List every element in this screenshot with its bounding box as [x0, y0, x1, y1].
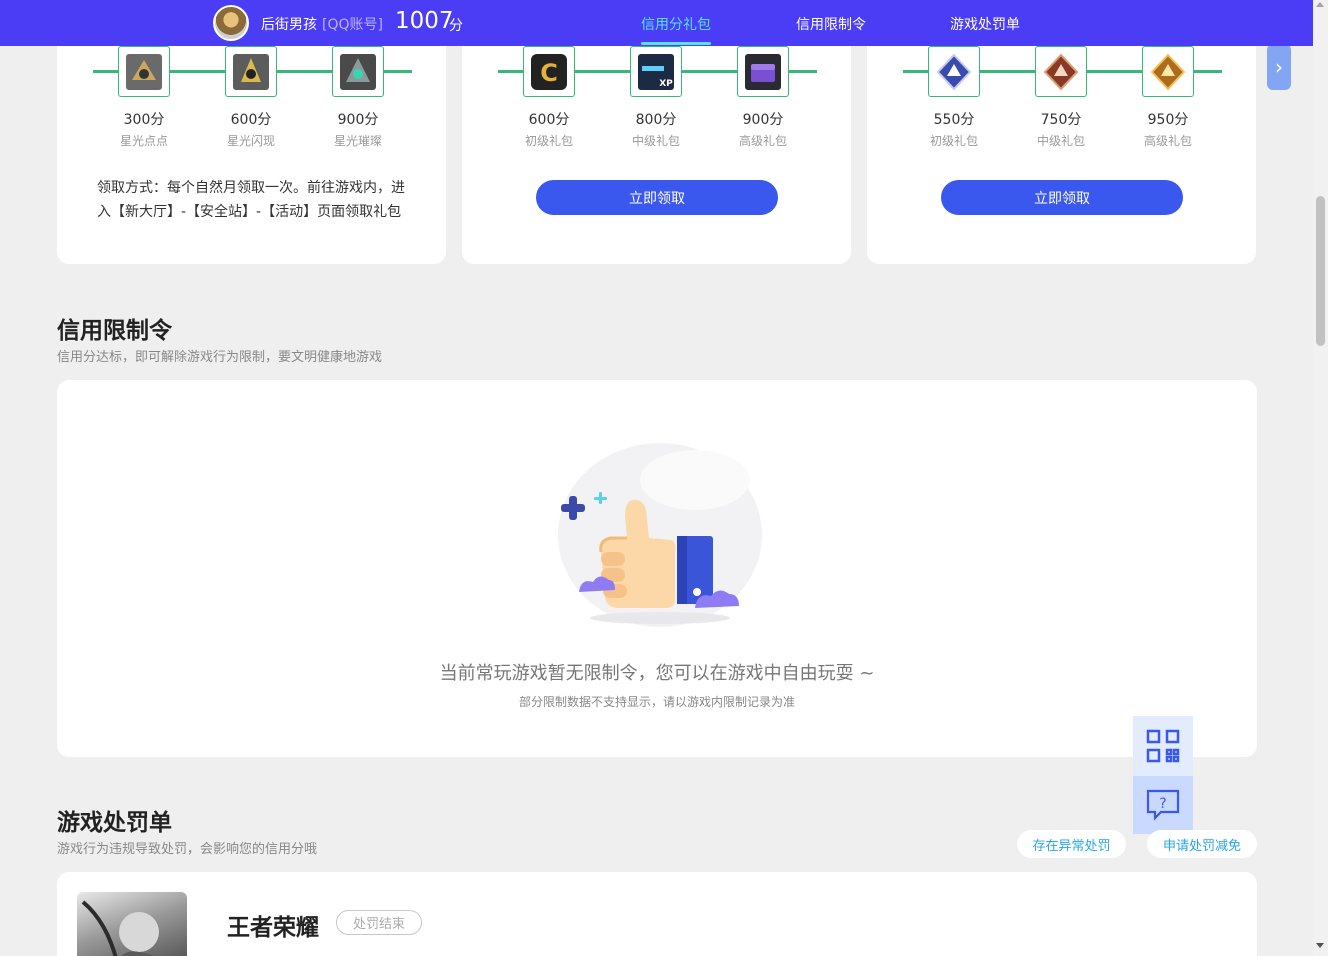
gift-item[interactable]	[737, 46, 789, 97]
thumbs-up-illustration	[558, 443, 762, 627]
vertical-scrollbar[interactable]	[1313, 0, 1328, 956]
section-subtitle-restriction: 信用分达标，即可解除游戏行为限制，要文明健康地游戏	[57, 350, 383, 365]
scroll-up-icon[interactable]	[1316, 2, 1324, 7]
avatar[interactable]	[213, 5, 249, 41]
claim-now-button[interactable]: 立即领取	[941, 180, 1183, 215]
credit-score: 1007	[395, 8, 454, 34]
credit-score-unit: 分	[449, 18, 463, 34]
tab-restriction-orders[interactable]: 信用限制令	[796, 14, 866, 34]
gold-rank-emblem-icon	[1142, 46, 1194, 97]
claim-now-button[interactable]: 立即领取	[536, 180, 778, 215]
gift-points: 750分	[1040, 112, 1082, 128]
gift-name: 中级礼包	[631, 134, 680, 148]
gift-item[interactable]: XP	[630, 46, 682, 97]
gift-points: 300分	[123, 112, 165, 128]
abnormal-penalty-button[interactable]: 存在异常处罚	[1017, 830, 1126, 858]
gift-name: 初级礼包	[524, 134, 573, 148]
svg-text:XP: XP	[659, 79, 673, 89]
chevron-right-icon[interactable]: ›	[1267, 44, 1291, 90]
scroll-down-icon[interactable]	[1316, 943, 1324, 948]
game-cover-image	[77, 892, 187, 956]
svg-text:?: ?	[1159, 796, 1166, 812]
gift-item[interactable]	[1035, 46, 1087, 97]
scroll-thumb[interactable]	[1316, 196, 1325, 346]
gift-name: 中级礼包	[1036, 134, 1085, 148]
game-name: 王者荣耀	[227, 915, 319, 941]
blue-rank-emblem-icon	[928, 46, 980, 97]
empty-state-note: 部分限制数据不支持显示，请以游戏内限制记录为准	[518, 695, 795, 709]
apply-penalty-reduction-button[interactable]: 申请处罚减免	[1147, 830, 1257, 858]
purple-chest-icon	[737, 46, 789, 97]
gift-name: 星光闪现	[226, 134, 275, 148]
sparkle-badge-icon	[225, 46, 277, 97]
gift-item[interactable]	[928, 46, 980, 97]
section-title-restriction: 信用限制令	[57, 318, 172, 344]
gift-points: 800分	[635, 112, 677, 128]
gift-item[interactable]	[1142, 46, 1194, 97]
account-type: [QQ账号]	[322, 17, 383, 33]
gift-points: 950分	[1147, 112, 1189, 128]
tab-credit-gifts[interactable]: 信用分礼包	[641, 14, 711, 34]
gift-points: 550分	[933, 112, 975, 128]
gift-points: 900分	[742, 112, 784, 128]
qr-code-icon[interactable]	[1133, 716, 1193, 776]
gift-points: 600分	[528, 112, 570, 128]
gift-item[interactable]	[225, 46, 277, 97]
xp-card-icon: XP	[630, 46, 682, 97]
gift-name: 高级礼包	[1143, 134, 1192, 148]
top-bar: 后街男孩 [QQ账号] 1007 分 信用分礼包 信用限制令 游戏处罚单	[0, 0, 1313, 46]
status-badge: 处罚结束	[336, 910, 422, 935]
tab-penalty-tickets[interactable]: 游戏处罚单	[950, 14, 1020, 34]
empty-state-title: 当前常玩游戏暂无限制令，您可以在游戏中自由玩耍 ~	[439, 663, 875, 684]
penalty-card: 王者荣耀 处罚结束	[57, 872, 1257, 956]
gift-item[interactable]: C	[523, 46, 575, 97]
gold-c-emblem-icon: C	[523, 46, 575, 97]
section-subtitle-penalty: 游戏行为违规导致处罚，会影响您的信用分哦	[57, 842, 318, 857]
active-tab-indicator	[641, 42, 711, 45]
gift-points: 600分	[230, 112, 272, 128]
help-chat-icon[interactable]: ?	[1133, 776, 1193, 834]
claim-instructions: 领取方式：每个自然月领取一次。前往游戏内，进入【新大厅】-【安全站】-【活动】页…	[97, 180, 405, 220]
gift-item[interactable]	[118, 46, 170, 97]
gift-name: 星光璀璨	[333, 134, 382, 148]
gift-name: 星光点点	[119, 134, 168, 148]
gift-name: 高级礼包	[738, 134, 787, 148]
section-title-penalty: 游戏处罚单	[57, 810, 172, 836]
sparkle-badge-icon	[118, 46, 170, 97]
svg-text:C: C	[540, 59, 558, 87]
username: 后街男孩	[261, 17, 317, 33]
sparkle-badge-icon	[332, 46, 384, 97]
gift-points: 900分	[337, 112, 379, 128]
gift-name: 初级礼包	[929, 134, 978, 148]
gift-item[interactable]	[332, 46, 384, 97]
bronze-rank-emblem-icon	[1035, 46, 1087, 97]
restriction-card: 当前常玩游戏暂无限制令，您可以在游戏中自由玩耍 ~ 部分限制数据不支持显示，请以…	[57, 380, 1257, 757]
